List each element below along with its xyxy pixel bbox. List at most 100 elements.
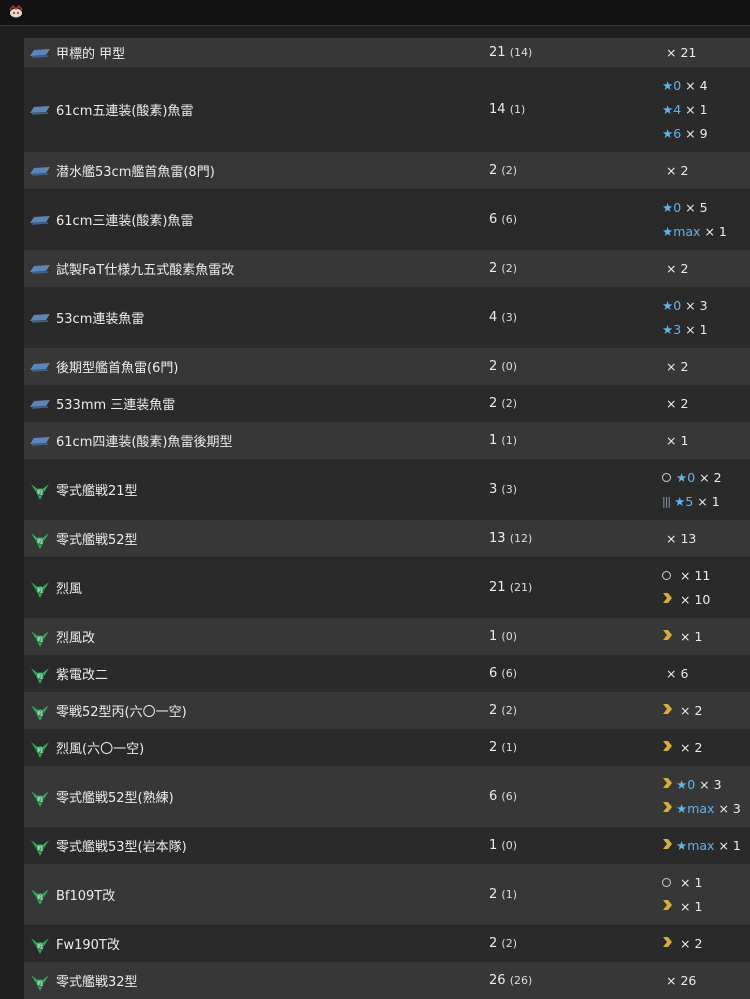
equipment-name: 零式艦戦53型(岩本隊) [56, 840, 187, 855]
improvement-breakdown: × 1 × 1 [662, 871, 702, 919]
equipment-row[interactable]: 潜水艦53cm艦首魚雷(8門) 2 (2) × 2 [24, 152, 750, 189]
count-unlocked: (3) [501, 483, 518, 496]
equipment-count: 2 (2) [489, 396, 517, 411]
improvement-breakdown: × 21 [662, 41, 696, 65]
equipment-row[interactable]: 戦 零式艦戦32型 26 (26) × 26 [24, 962, 750, 999]
equipment-row[interactable]: 61cm五連装(酸素)魚雷 14 (1) ★0 × 4 ★4 × 1 ★6 × 9 [24, 67, 750, 152]
equipment-row[interactable]: 戦 紫電改二 6 (6) × 6 [24, 655, 750, 692]
equipment-name: Bf109T改 [56, 889, 116, 904]
equipment-row[interactable]: 戦零式艦戦21型 3 (3) ★0 × 2 ||| ★5 × 1 [24, 459, 750, 520]
improvement-breakdown: × 2 [662, 257, 688, 281]
breakdown-count: × 2 [680, 703, 703, 718]
breakdown-line: ★max × 1 [662, 220, 727, 244]
svg-text:戦: 戦 [37, 537, 43, 545]
equipment-count: 6 (6) [489, 789, 517, 804]
equipment-count: 6 (6) [489, 212, 517, 227]
equipment-row[interactable]: 戦 零式艦戦53型(岩本隊) 1 (0) ★max × 1 [24, 827, 750, 864]
fighter-icon: 戦 [29, 479, 51, 501]
svg-text:戦: 戦 [37, 635, 43, 643]
breakdown-line: × 11 [662, 564, 710, 588]
equipment-count: 3 (3) [489, 482, 517, 497]
equipment-row[interactable]: 戦 Bf109T改 2 (1) × 1 × 1 [24, 864, 750, 925]
count-total: 1 [489, 433, 498, 448]
equipment-row[interactable]: 戦 烈風(六〇一空) 2 (1) × 2 [24, 729, 750, 766]
equipment-row[interactable]: 戦 烈風 21 (21) × 11 × 10 [24, 557, 750, 618]
breakdown-count: × 2 [666, 396, 689, 411]
improvement-star: ★6 [662, 126, 682, 141]
proficiency-ring-icon [662, 878, 671, 887]
breakdown-count: × 1 [685, 102, 708, 117]
equipment-row[interactable]: 53cm連装魚雷 4 (3) ★0 × 3 ★3 × 1 [24, 287, 750, 348]
count-unlocked: (1) [509, 103, 526, 116]
torpedo-icon [29, 99, 51, 121]
breakdown-count: × 1 [697, 494, 720, 509]
equipment-row[interactable]: 戦 零戦52型丙(六〇一空) 2 (2) × 2 [24, 692, 750, 729]
equipment-count: 2 (0) [489, 359, 517, 374]
proficiency-ring-icon [662, 473, 671, 482]
equipment-count: 21 (14) [489, 45, 532, 60]
count-unlocked: (6) [501, 667, 518, 680]
svg-text:戦: 戦 [37, 844, 43, 852]
proficiency-chevron-icon [662, 703, 673, 718]
equipment-row[interactable]: 試製FaT仕様九五式酸素魚雷改 2 (2) × 2 [24, 250, 750, 287]
proficiency-chevron-icon [662, 592, 673, 607]
equipment-row[interactable]: 戦 Fw190T改 2 (2) × 2 [24, 925, 750, 962]
count-total: 4 [489, 310, 498, 325]
improvement-breakdown: ★0 × 3 ★3 × 1 [662, 294, 708, 342]
count-total: 2 [489, 261, 498, 276]
improvement-breakdown: × 2 [662, 159, 688, 183]
breakdown-line: × 2 [662, 257, 688, 281]
fighter-icon: 戦 [29, 884, 51, 906]
breakdown-line: × 26 [662, 969, 696, 993]
breakdown-line: ★0 × 2 [662, 466, 722, 490]
equipment-count: 21 (21) [489, 580, 532, 595]
count-total: 14 [489, 102, 506, 117]
count-total: 2 [489, 936, 498, 951]
proficiency-chevron-icon [662, 777, 673, 792]
count-unlocked: (2) [501, 937, 518, 950]
svg-text:戦: 戦 [37, 942, 43, 950]
breakdown-count: × 26 [666, 973, 697, 988]
equipment-row[interactable]: 戦 零式艦戦52型 13 (12) × 13 [24, 520, 750, 557]
count-total: 13 [489, 531, 506, 546]
improvement-breakdown: × 6 [662, 662, 688, 686]
equipment-name: 61cm五連装(酸素)魚雷 [56, 104, 194, 119]
improvement-breakdown: ★max × 1 [662, 834, 741, 858]
count-unlocked: (2) [501, 704, 518, 717]
equipment-name: 零式艦戦32型 [56, 975, 138, 990]
equipment-row[interactable]: 甲標的 甲型 21 (14) × 21 [24, 38, 750, 67]
equipment-count: 4 (3) [489, 310, 517, 325]
equipment-count: 26 (26) [489, 973, 532, 988]
improvement-star: ★0 [676, 470, 696, 485]
improvement-breakdown: × 2 [662, 736, 702, 760]
equipment-row[interactable]: 戦 烈風改 1 (0) × 1 [24, 618, 750, 655]
breakdown-count: × 2 [680, 740, 703, 755]
count-total: 1 [489, 629, 498, 644]
count-total: 6 [489, 212, 498, 227]
improvement-breakdown: ★0 × 5 ★max × 1 [662, 196, 727, 244]
breakdown-count: × 3 [699, 777, 722, 792]
count-unlocked: (12) [509, 532, 533, 545]
improvement-breakdown: × 2 [662, 699, 702, 723]
improvement-breakdown: × 2 [662, 392, 688, 416]
equipment-name: 61cm三連装(酸素)魚雷 [56, 214, 194, 229]
equipment-row[interactable]: 後期型艦首魚雷(6門) 2 (0) × 2 [24, 348, 750, 385]
torpedo-icon [29, 42, 51, 64]
breakdown-count: × 5 [685, 200, 708, 215]
count-total: 3 [489, 482, 498, 497]
equipment-name: 試製FaT仕様九五式酸素魚雷改 [56, 263, 235, 278]
count-unlocked: (2) [501, 262, 518, 275]
svg-text:戦: 戦 [37, 709, 43, 717]
breakdown-count: × 1 [680, 899, 703, 914]
equipment-row[interactable]: 533mm 三連装魚雷 2 (2) × 2 [24, 385, 750, 422]
equipment-row[interactable]: 61cm三連装(酸素)魚雷 6 (6) ★0 × 5 ★max × 1 [24, 189, 750, 250]
improvement-star: ★0 [676, 777, 696, 792]
improvement-star: ★5 [674, 494, 694, 509]
torpedo-icon [29, 307, 51, 329]
breakdown-line: × 2 [662, 159, 688, 183]
breakdown-line: × 2 [662, 932, 702, 956]
equipment-row[interactable]: 戦零式艦戦52型(熟練) 6 (6) ★0 × 3 ★max × 3 [24, 766, 750, 827]
equipment-row[interactable]: 61cm四連装(酸素)魚雷後期型 1 (1) × 1 [24, 422, 750, 459]
app-logo-icon [9, 5, 23, 18]
improvement-star: ★max [662, 224, 701, 239]
